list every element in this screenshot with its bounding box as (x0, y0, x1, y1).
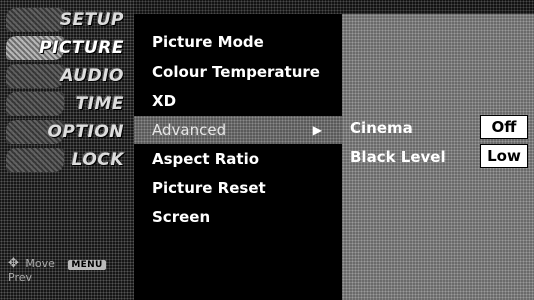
option-cinema[interactable]: Cinema Off (348, 115, 528, 141)
option-label: Cinema (350, 119, 413, 137)
menu-item-label: Screen (152, 208, 211, 226)
category-lock[interactable]: LOCK (4, 146, 130, 174)
category-time[interactable]: TIME (4, 90, 130, 118)
audio-icon (6, 64, 64, 88)
move-hint-label: Move (25, 257, 55, 270)
menu-item-picture-mode[interactable]: Picture Mode (134, 28, 342, 56)
navigation-hint: ✥ Move MENU Prev (8, 256, 134, 284)
category-setup[interactable]: SETUP (4, 6, 130, 34)
lock-icon (6, 148, 64, 172)
menu-item-label: Picture Reset (152, 179, 266, 197)
menu-item-label: Aspect Ratio (152, 150, 260, 168)
picture-submenu: Picture Mode Colour Temperature XD Advan… (134, 14, 342, 300)
move-arrows-icon: ✥ (8, 256, 19, 271)
menu-item-screen[interactable]: Screen (134, 203, 342, 231)
menu-item-aspect-ratio[interactable]: Aspect Ratio (134, 145, 342, 173)
setup-icon (6, 8, 64, 32)
prev-hint-label: Prev (8, 271, 32, 284)
menu-item-label: Colour Temperature (152, 63, 320, 81)
menu-item-xd[interactable]: XD (134, 87, 342, 115)
option-value-box[interactable]: Low (480, 144, 528, 168)
menu-item-label: Picture Mode (152, 33, 264, 51)
category-column: SETUP PICTURE AUDIO TIME OPTION LOCK ✥ M… (0, 0, 134, 300)
category-option[interactable]: OPTION (4, 118, 130, 146)
menu-key-icon: MENU (68, 260, 106, 270)
submenu-arrow-icon: ▶ (312, 123, 322, 137)
menu-item-label: XD (152, 92, 177, 110)
option-value-box[interactable]: Off (480, 115, 528, 139)
menu-item-colour-temperature[interactable]: Colour Temperature (134, 58, 342, 86)
category-picture[interactable]: PICTURE (4, 34, 130, 62)
menu-item-label: Advanced (152, 121, 227, 139)
time-icon (6, 92, 64, 116)
menu-item-advanced[interactable]: Advanced ▶ (134, 116, 342, 144)
option-black-level[interactable]: Black Level Low (348, 144, 528, 170)
advanced-options-panel: Cinema Off Black Level Low (342, 14, 534, 300)
option-label: Black Level (350, 148, 446, 166)
tv-menu-screen: SETUP PICTURE AUDIO TIME OPTION LOCK ✥ M… (0, 0, 534, 300)
menu-item-picture-reset[interactable]: Picture Reset (134, 174, 342, 202)
category-audio[interactable]: AUDIO (4, 62, 130, 90)
